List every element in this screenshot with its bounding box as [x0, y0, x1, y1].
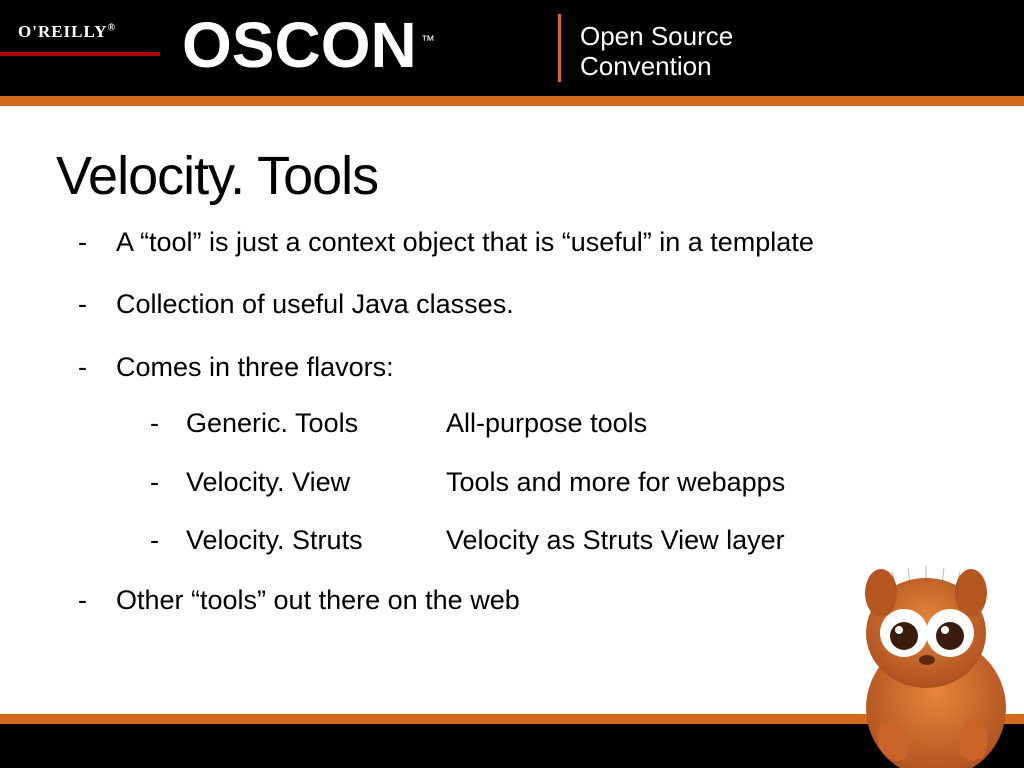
registered-icon: ® [108, 22, 116, 33]
header-separator [558, 14, 561, 82]
flavor-desc: All-purpose tools [446, 407, 958, 439]
oscon-logo: OSCON™ [182, 8, 435, 82]
oscon-tagline: Open Source Convention [580, 22, 733, 82]
flavor-name: Generic. Tools [186, 407, 446, 439]
bullet-text: Comes in three flavors: [116, 351, 958, 383]
flavor-desc: Tools and more for webapps [446, 466, 958, 498]
tagline-line2: Convention [580, 52, 733, 82]
oreilly-text: O'REILLY [18, 22, 108, 41]
list-item: - Generic. Tools All-purpose tools [150, 407, 958, 439]
slide-body: - A “tool” is just a context object that… [78, 226, 958, 647]
list-item: - Other “tools” out there on the web [78, 584, 958, 616]
footer-accent-bar [0, 714, 1024, 724]
list-item: - Comes in three flavors: [78, 351, 958, 383]
list-item: - Collection of useful Java classes. [78, 288, 958, 320]
flavors-list: - Generic. Tools All-purpose tools - Vel… [150, 407, 958, 556]
flavor-name: Velocity. View [186, 466, 446, 498]
bullet-dash-icon: - [78, 584, 116, 616]
slide-title: Velocity. Tools [56, 145, 378, 207]
flavor-name: Velocity. Struts [186, 524, 446, 556]
bullet-text: Collection of useful Java classes. [116, 288, 958, 320]
oscon-text: OSCON [182, 9, 417, 81]
list-item: - A “tool” is just a context object that… [78, 226, 958, 258]
oreilly-logo: O'REILLY® [18, 22, 116, 42]
flavor-desc: Velocity as Struts View layer [446, 524, 958, 556]
bullet-dash-icon: - [150, 407, 186, 439]
bullet-dash-icon: - [150, 466, 186, 498]
bullet-dash-icon: - [78, 351, 116, 383]
bullet-dash-icon: - [150, 524, 186, 556]
bullet-dash-icon: - [78, 226, 116, 258]
oreilly-red-rule [0, 52, 160, 56]
list-item: - Velocity. View Tools and more for weba… [150, 466, 958, 498]
bullet-dash-icon: - [78, 288, 116, 320]
slide-header: O'REILLY® OSCON™ Open Source Convention [0, 0, 1024, 106]
footer-bar [0, 724, 1024, 768]
bullet-text: A “tool” is just a context object that i… [116, 226, 958, 258]
bullet-text: Other “tools” out there on the web [116, 584, 958, 616]
list-item: - Velocity. Struts Velocity as Struts Vi… [150, 524, 958, 556]
trademark-icon: ™ [421, 32, 435, 48]
header-accent-bar [0, 96, 1024, 106]
tagline-line1: Open Source [580, 22, 733, 52]
